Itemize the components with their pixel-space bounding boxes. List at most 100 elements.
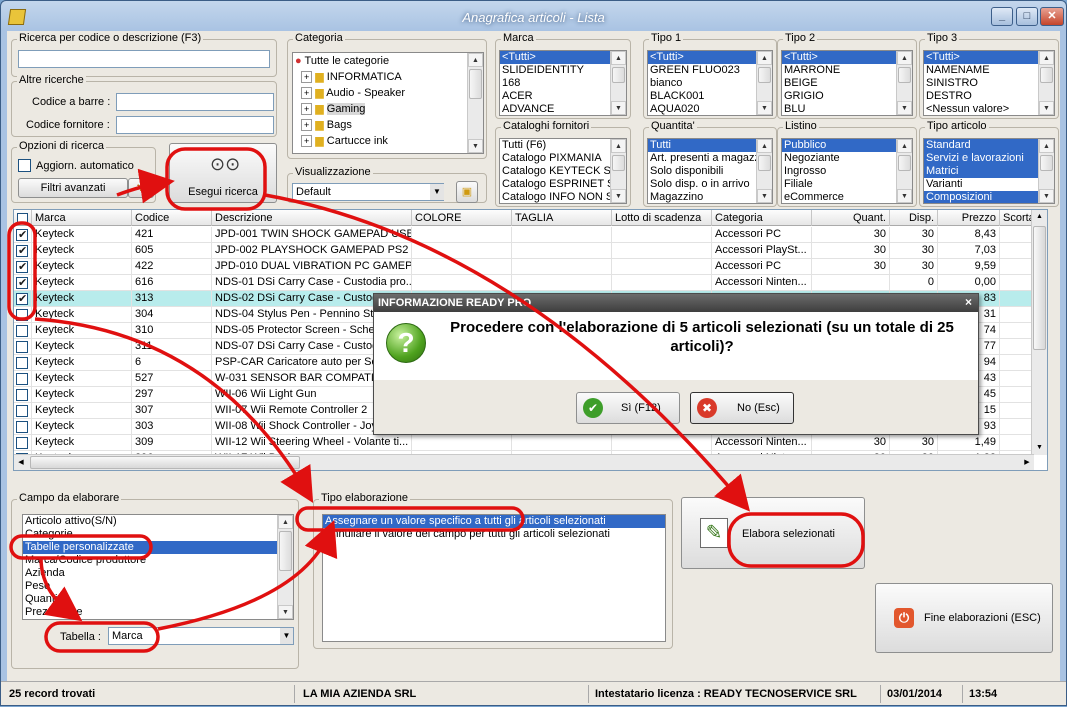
auto-update-checkbox[interactable] — [18, 159, 31, 172]
row-checkbox[interactable] — [14, 339, 32, 355]
filter-scrollbar[interactable]: ▲ ▼ — [756, 139, 772, 203]
close-button[interactable]: ✕ — [1040, 7, 1064, 26]
advanced-filters-button[interactable]: Filtri avanzati — [18, 178, 128, 198]
filter-option[interactable]: <Tutti> — [782, 51, 912, 64]
row-checkbox[interactable] — [14, 323, 32, 339]
expand-plus-icon[interactable]: + — [301, 71, 313, 83]
filter-option[interactable]: Catalogo PIXMANIA — [500, 152, 626, 165]
filter-option[interactable]: <Tutti> — [500, 51, 626, 64]
category-item[interactable]: + ▆ INFORMATICA — [293, 69, 483, 85]
field-option[interactable]: Marca/Codice produttore — [23, 554, 293, 567]
row-checkbox[interactable] — [14, 355, 32, 371]
expand-plus-icon[interactable]: + — [301, 103, 313, 115]
filter-list[interactable]: <Tutti> GREEN FLUO023 bianco BLACK001 AQUA02… — [647, 50, 773, 116]
process-type-list[interactable]: Assegnare un valore specifico a tutti gl… — [322, 514, 666, 642]
filter-option[interactable]: eCommerce — [782, 191, 912, 203]
filter-option[interactable]: BEIGE — [782, 77, 912, 90]
filter-option[interactable]: Varianti — [924, 178, 1054, 191]
field-list[interactable]: Articolo attivo(S/N) Categorie Tabelle per… — [22, 514, 294, 620]
table-row[interactable]: Keyteck616NDS-01 DSi Carry Case - Custod… — [14, 275, 1034, 291]
field-option[interactable]: Quantita' — [23, 593, 293, 606]
filter-option[interactable]: SINISTRO — [924, 77, 1054, 90]
filter-list[interactable]: Tutti (F6) Catalogo PIXMANIA Catalogo KEYT… — [499, 138, 627, 204]
filter-option[interactable]: BLU — [782, 103, 912, 115]
column-header[interactable]: COLORE — [412, 210, 512, 226]
filter-scrollbar[interactable]: ▲ ▼ — [1038, 51, 1054, 115]
row-checkbox[interactable] — [14, 419, 32, 435]
grid-vertical-scrollbar[interactable]: ▲ ▼ — [1031, 210, 1047, 455]
category-item[interactable]: + ▆ Bags — [293, 117, 483, 133]
table-select[interactable]: Marca — [108, 627, 294, 645]
filter-option[interactable]: BLACK001 — [648, 90, 772, 103]
supplier-code-input[interactable] — [116, 116, 274, 134]
category-tree[interactable]: ● Tutte le categorie + ▆ INFORMATICA + ▆ Au… — [292, 52, 484, 154]
filter-option[interactable]: Catalogo INFO NON SO — [500, 191, 626, 203]
field-option[interactable]: Prezzi base — [23, 606, 293, 619]
row-checkbox[interactable] — [14, 371, 32, 387]
filter-option[interactable]: <Nessun valore> — [924, 103, 1054, 115]
column-header[interactable]: TAGLIA — [512, 210, 612, 226]
filter-scrollbar[interactable]: ▲ ▼ — [1038, 139, 1054, 203]
table-row[interactable]: Keyteck421JPD-001 TWIN SHOCK GAMEPAD USB… — [14, 227, 1034, 243]
column-header[interactable]: Scorta — [1000, 210, 1034, 226]
field-scrollbar[interactable]: ▲ ▼ — [277, 515, 293, 619]
category-item[interactable]: + ▆ Cartucce ink — [293, 133, 483, 149]
filter-option[interactable]: Catalogo KEYTECK SRL — [500, 165, 626, 178]
run-search-button[interactable]: ⊙⊙ Esegui ricerca — [169, 143, 277, 203]
column-header[interactable]: Prezzo — [938, 210, 1000, 226]
column-header[interactable]: Lotto di scadenza — [612, 210, 712, 226]
filter-option[interactable]: Negoziante — [782, 152, 912, 165]
select-all-header[interactable] — [14, 210, 32, 226]
folder-icon[interactable]: ▣ — [456, 181, 478, 203]
process-selected-button[interactable]: ✎ Elabora selezionati — [681, 497, 865, 569]
minimize-button[interactable]: _ — [991, 7, 1013, 26]
process-type-option[interactable]: Assegnare un valore specifico a tutti gl… — [323, 515, 665, 528]
filter-option[interactable]: Pubblico — [782, 139, 912, 152]
category-root[interactable]: ● Tutte le categorie — [293, 53, 483, 69]
filter-option[interactable]: 168 — [500, 77, 626, 90]
column-header[interactable]: Descrizione — [212, 210, 412, 226]
filter-list[interactable]: <Tutti> SLIDEIDENTITY 168 ACER ADVANCE ▲ ▼ — [499, 50, 627, 116]
filter-option[interactable]: Composizioni — [924, 191, 1054, 203]
filter-option[interactable]: Ingrosso — [782, 165, 912, 178]
filter-option[interactable]: DESTRO — [924, 90, 1054, 103]
filter-scrollbar[interactable]: ▲ ▼ — [610, 139, 626, 203]
chevron-down-icon[interactable]: ▼ — [280, 628, 293, 644]
filter-list[interactable]: <Tutti> NAMENAME SINISTRO DESTRO <Nessun val… — [923, 50, 1055, 116]
field-option[interactable]: Peso — [23, 580, 293, 593]
filter-option[interactable]: AQUA020 — [648, 103, 772, 115]
field-option[interactable]: Tabelle personalizzate — [23, 541, 293, 554]
filter-option[interactable]: GREEN FLUO023 — [648, 64, 772, 77]
filter-scrollbar[interactable]: ▲ ▼ — [896, 51, 912, 115]
filter-option[interactable]: MARRONE — [782, 64, 912, 77]
filter-option[interactable]: Filiale — [782, 178, 912, 191]
filter-option[interactable]: bianco — [648, 77, 772, 90]
search-code-input[interactable] — [18, 50, 270, 68]
filter-scrollbar[interactable]: ▲ ▼ — [896, 139, 912, 203]
row-checkbox[interactable] — [14, 243, 32, 259]
process-type-option[interactable]: Annullare il valore del campo per tutti … — [323, 528, 665, 541]
barcode-input[interactable] — [116, 93, 274, 111]
filter-list[interactable]: Standard Servizi e lavorazioni Matrici Vari… — [923, 138, 1055, 204]
no-button[interactable]: ✖ No (Esc) — [690, 392, 794, 424]
grid-horizontal-scrollbar[interactable]: ◀ ▶ — [14, 454, 1034, 470]
filter-scrollbar[interactable]: ▲ ▼ — [756, 51, 772, 115]
filter-tool-icon[interactable]: ✱ — [128, 178, 154, 198]
row-checkbox[interactable] — [14, 403, 32, 419]
filter-option[interactable]: Solo disp. o in arrivo — [648, 178, 772, 191]
category-item[interactable]: + ▆ Audio - Speaker — [293, 85, 483, 101]
row-checkbox[interactable] — [14, 291, 32, 307]
row-checkbox[interactable] — [14, 307, 32, 323]
expand-plus-icon[interactable]: + — [301, 135, 313, 147]
filter-option[interactable]: <Tutti> — [924, 51, 1054, 64]
expand-plus-icon[interactable]: + — [301, 87, 313, 99]
row-checkbox[interactable] — [14, 275, 32, 291]
filter-option[interactable]: Magazzino — [648, 191, 772, 203]
table-row[interactable]: Keyteck605JPD-002 PLAYSHOCK GAMEPAD PS2 … — [14, 243, 1034, 259]
filter-option[interactable]: Tutti (F6) — [500, 139, 626, 152]
filter-option[interactable]: Art. presenti a magazzino — [648, 152, 772, 165]
maximize-button[interactable]: □ — [1016, 7, 1038, 26]
category-item[interactable]: + ▆ Gaming — [293, 101, 483, 117]
row-checkbox[interactable] — [14, 259, 32, 275]
filter-option[interactable]: Tutti — [648, 139, 772, 152]
